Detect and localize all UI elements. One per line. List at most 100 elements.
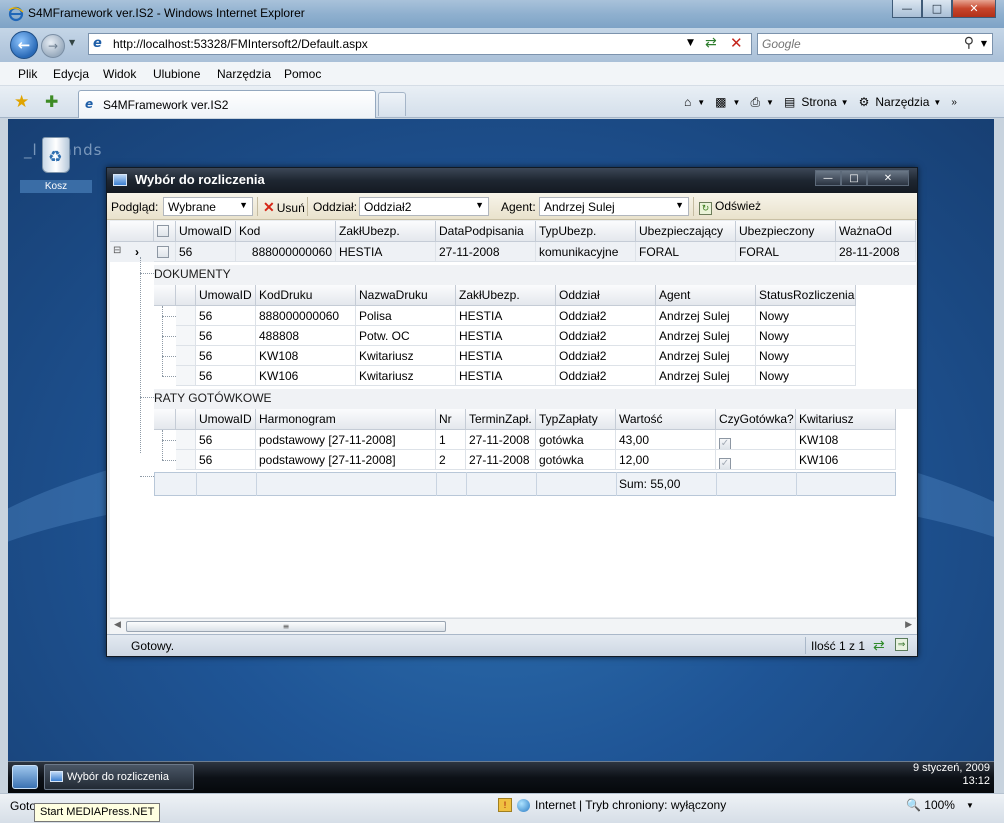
expand-toggle[interactable]: ⊟: [110, 242, 132, 262]
favorites-star-icon[interactable]: ★: [14, 92, 29, 112]
zoom-level[interactable]: 🔍 100%: [906, 798, 955, 812]
row-indicator[interactable]: [176, 326, 196, 346]
column-header[interactable]: DataPodpisania: [436, 221, 536, 242]
table-cell[interactable]: komunikacyjne: [536, 242, 636, 262]
maximize-button[interactable]: □: [922, 0, 952, 18]
table-cell[interactable]: Andrzej Sulej: [656, 306, 756, 326]
oddzial-select[interactable]: Oddział2 ▼: [359, 197, 489, 216]
chevron-more-icon[interactable]: »: [951, 97, 957, 108]
column-header[interactable]: Agent: [656, 285, 756, 306]
column-header[interactable]: KodDruku: [256, 285, 356, 306]
table-cell[interactable]: FORAL: [636, 242, 736, 262]
table-cell[interactable]: 28-11-2008: [836, 242, 916, 262]
scroll-left-icon[interactable]: ◀: [114, 620, 121, 630]
table-cell[interactable]: podstawowy [27-11-2008]: [256, 430, 436, 450]
column-header[interactable]: WażnaOd: [836, 221, 916, 242]
table-cell[interactable]: Nowy: [756, 366, 856, 386]
row-checkbox[interactable]: [157, 246, 169, 258]
table-cell[interactable]: 27-11-2008: [466, 430, 536, 450]
column-header[interactable]: NazwaDruku: [356, 285, 456, 306]
table-cell[interactable]: KW106: [796, 450, 896, 470]
menu-narzedzia[interactable]: Narzędzia: [217, 67, 271, 81]
table-cell[interactable]: 2: [436, 450, 466, 470]
app-close-button[interactable]: ✕: [867, 170, 909, 186]
table-cell[interactable]: 43,00: [616, 430, 716, 450]
table-cell[interactable]: Oddział2: [556, 366, 656, 386]
table-cell[interactable]: Nowy: [756, 306, 856, 326]
search-icon[interactable]: ⚲: [964, 35, 974, 51]
column-header[interactable]: TerminZapł.: [466, 409, 536, 430]
table-cell[interactable]: Oddział2: [556, 346, 656, 366]
table-cell[interactable]: 27-11-2008: [436, 242, 536, 262]
table-cell[interactable]: 488808: [256, 326, 356, 346]
menu-plik[interactable]: Plik: [18, 67, 37, 81]
column-header[interactable]: ZakłUbezp.: [336, 221, 436, 242]
address-field[interactable]: e http://localhost:53328/FMIntersoft2/De…: [88, 33, 752, 55]
forward-button[interactable]: →: [41, 34, 65, 58]
table-cell[interactable]: HESTIA: [336, 242, 436, 262]
table-cell[interactable]: HESTIA: [456, 346, 556, 366]
column-header[interactable]: ZakłUbezp.: [456, 285, 556, 306]
table-cell[interactable]: 12,00: [616, 450, 716, 470]
row-indicator[interactable]: [176, 306, 196, 326]
agent-select[interactable]: Andrzej Sulej ▼: [539, 197, 689, 216]
feeds-dropdown-icon[interactable]: ▼: [733, 98, 741, 107]
table-cell[interactable]: Nowy: [756, 326, 856, 346]
history-dropdown-icon[interactable]: ▼: [69, 38, 75, 47]
horizontal-scrollbar[interactable]: ◀ ≡ ▶: [110, 618, 916, 634]
column-header[interactable]: CzyGotówka?: [716, 409, 796, 430]
czy-gotowka-checkbox[interactable]: ✓: [719, 458, 731, 469]
taskbar-item[interactable]: Wybór do rozliczenia: [44, 764, 194, 790]
menu-widok[interactable]: Widok: [103, 67, 136, 81]
odswiez-button[interactable]: ↻ Odśwież: [697, 197, 763, 216]
app-minimize-button[interactable]: —: [815, 170, 841, 186]
row-indicator[interactable]: [176, 430, 196, 450]
table-cell[interactable]: gotówka: [536, 430, 616, 450]
menu-edycja[interactable]: Edycja: [53, 67, 89, 81]
table-cell[interactable]: HESTIA: [456, 366, 556, 386]
table-cell[interactable]: 56: [196, 306, 256, 326]
stop-icon[interactable]: ✕: [730, 34, 743, 52]
row-indicator[interactable]: [176, 346, 196, 366]
column-header[interactable]: Harmonogram: [256, 409, 436, 430]
back-button[interactable]: ←: [10, 31, 38, 59]
table-cell[interactable]: 56: [196, 326, 256, 346]
table-cell[interactable]: 56: [196, 346, 256, 366]
row-indicator[interactable]: [176, 450, 196, 470]
column-header[interactable]: Ubezpieczający: [636, 221, 736, 242]
column-header[interactable]: TypUbezp.: [536, 221, 636, 242]
table-cell[interactable]: KW106: [256, 366, 356, 386]
add-favorite-icon[interactable]: ✚: [45, 92, 58, 111]
table-cell[interactable]: Kwitariusz: [356, 346, 456, 366]
column-header[interactable]: Wartość: [616, 409, 716, 430]
column-header[interactable]: Ubezpieczony: [736, 221, 836, 242]
table-cell[interactable]: podstawowy [27-11-2008]: [256, 450, 436, 470]
close-button[interactable]: ✕: [952, 0, 996, 18]
home-icon[interactable]: ⌂: [684, 95, 691, 109]
menu-pomoc[interactable]: Pomoc: [284, 67, 321, 81]
column-header[interactable]: Kwitariusz: [796, 409, 896, 430]
search-box[interactable]: ⚲ ▼: [757, 33, 993, 55]
url-text[interactable]: http://localhost:53328/FMIntersoft2/Defa…: [113, 37, 368, 51]
table-cell[interactable]: HESTIA: [456, 326, 556, 346]
table-cell[interactable]: KW108: [796, 430, 896, 450]
search-dropdown-icon[interactable]: ▼: [981, 39, 987, 48]
table-cell[interactable]: 888000000060: [256, 306, 356, 326]
search-input[interactable]: [762, 36, 952, 52]
select-all-checkbox[interactable]: [157, 225, 169, 237]
tab-s4mframework[interactable]: e S4MFramework ver.IS2: [78, 90, 376, 118]
czy-gotowka-checkbox[interactable]: ✓: [719, 438, 731, 449]
column-header[interactable]: StatusRozliczenia: [756, 285, 856, 306]
table-cell[interactable]: gotówka: [536, 450, 616, 470]
scroll-thumb[interactable]: ≡: [126, 621, 446, 632]
zoom-dropdown-icon[interactable]: ▼: [966, 801, 974, 810]
table-cell[interactable]: Oddział2: [556, 326, 656, 346]
page-dropdown-icon[interactable]: ▼: [841, 98, 849, 107]
feeds-icon[interactable]: ▩: [715, 95, 726, 109]
table-cell[interactable]: 56: [196, 366, 256, 386]
tools-dropdown-icon[interactable]: ▼: [933, 98, 941, 107]
table-cell[interactable]: 56: [176, 242, 236, 262]
column-header[interactable]: TypZapłaty: [536, 409, 616, 430]
table-cell[interactable]: Andrzej Sulej: [656, 326, 756, 346]
start-button[interactable]: [12, 765, 38, 789]
